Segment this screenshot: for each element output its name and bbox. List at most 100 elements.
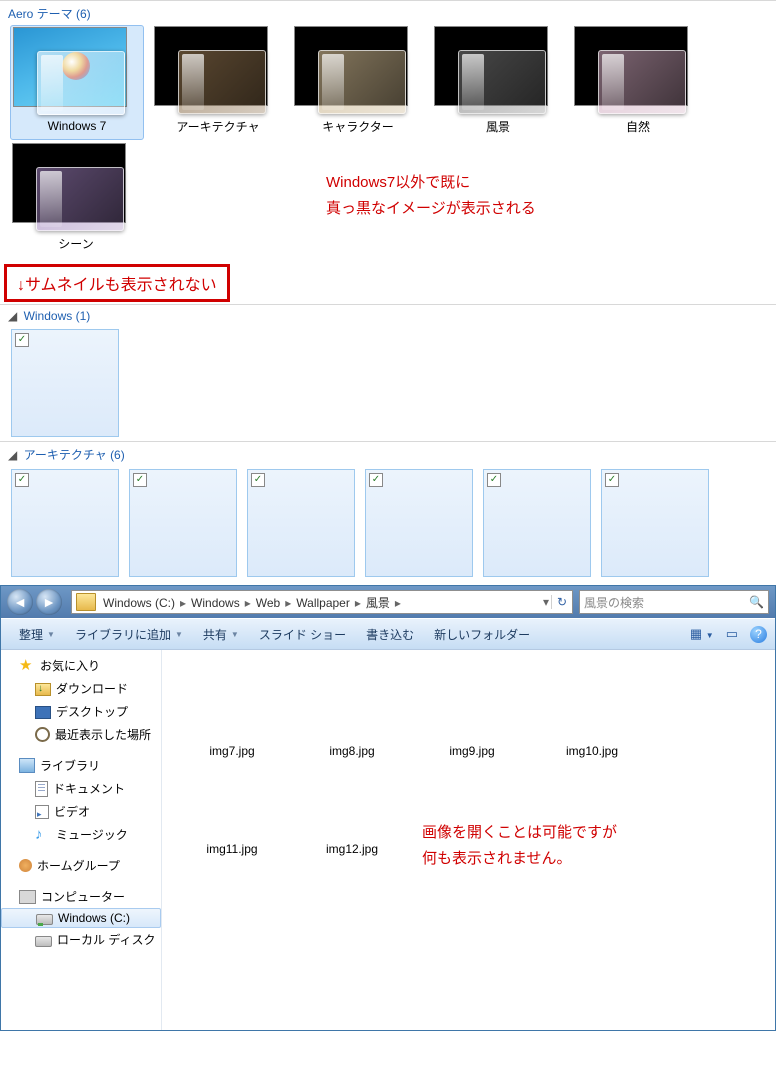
glass-preview [318, 50, 406, 114]
sidebar-item-ダウンロード[interactable]: ダウンロード [1, 677, 161, 700]
refresh-button[interactable]: ↻ [551, 595, 572, 609]
theme-label: キャラクター [293, 116, 423, 139]
homegroup-icon [19, 859, 32, 872]
doc-icon [35, 781, 48, 797]
bg-item[interactable]: ✓ [11, 329, 119, 437]
chevron-right-icon[interactable]: ▸ [178, 596, 188, 610]
mon-icon [35, 706, 51, 719]
slideshow-button[interactable]: スライド ショー [249, 626, 356, 643]
theme-label: アーキテクチャ [153, 116, 283, 139]
bg-item[interactable]: ✓ [11, 469, 119, 577]
theme-label: 自然 [573, 116, 703, 139]
sidebar-item-ミュージック[interactable]: ♪ミュージック [1, 823, 161, 846]
file-img9.jpg[interactable]: img9.jpg [416, 668, 528, 758]
bg-item[interactable]: ✓ [601, 469, 709, 577]
theme-シーン[interactable]: シーン [11, 143, 141, 256]
nav-forward-button[interactable]: ► [36, 589, 62, 615]
bg-item[interactable]: ✓ [247, 469, 355, 577]
theme-アーキテクチャ[interactable]: アーキテクチャ [153, 26, 283, 139]
theme-label: 風景 [433, 116, 563, 139]
explorer-window: ◄ ► Windows (C:)▸Windows▸Web▸Wallpaper▸風… [0, 585, 776, 1031]
sidebar-item-ドキュメント[interactable]: ドキュメント [1, 777, 161, 800]
chevron-right-icon[interactable]: ▸ [283, 596, 293, 610]
file-img12.jpg[interactable]: img12.jpg [296, 766, 408, 856]
checkbox[interactable]: ✓ [15, 473, 29, 487]
libraries[interactable]: ライブラリ [1, 754, 161, 777]
explorer-toolbar: 整理▼ ライブラリに追加▼ 共有▼ スライド ショー 書き込む 新しいフォルダー… [1, 618, 775, 650]
burn-button[interactable]: 書き込む [356, 626, 424, 643]
share-button[interactable]: 共有▼ [193, 626, 249, 643]
chevron-right-icon[interactable]: ▸ [243, 596, 253, 610]
preview-pane-button[interactable]: ▭ [720, 626, 744, 642]
drv-icon [35, 936, 52, 947]
mus-icon: ♪ [35, 827, 51, 843]
crumb-Windows (C:)[interactable]: Windows (C:) [100, 596, 178, 610]
crumb-Windows[interactable]: Windows [188, 596, 243, 610]
bg-group-header[interactable]: ◢ Windows (1) [0, 304, 776, 325]
crumb-Web[interactable]: Web [253, 596, 283, 610]
annotation-cannot-display: 画像を開くことは可能ですが何も表示されません。 [422, 820, 617, 871]
checkbox[interactable]: ✓ [605, 473, 619, 487]
hist-icon [35, 727, 50, 742]
sidebar-item-最近表示した場所[interactable]: 最近表示した場所 [1, 723, 161, 746]
sidebar-item-ローカル ディスク[interactable]: ローカル ディスク [1, 928, 161, 951]
vid-icon [35, 805, 49, 819]
theme-label: Windows 7 [12, 117, 142, 137]
checkbox[interactable]: ✓ [251, 473, 265, 487]
glass-preview [36, 167, 124, 231]
glass-preview [458, 50, 546, 114]
checkbox[interactable]: ✓ [133, 473, 147, 487]
aero-themes: Windows 7 アーキテクチャキャラクター風景自然シーン [0, 24, 776, 258]
glass-preview [178, 50, 266, 114]
theme-自然[interactable]: 自然 [573, 26, 703, 139]
drv-icon [36, 914, 53, 925]
search-input[interactable]: 風景の検索🔍 [579, 590, 769, 614]
theme-Windows 7[interactable]: Windows 7 [10, 25, 144, 140]
checkbox[interactable]: ✓ [487, 473, 501, 487]
organize-button[interactable]: 整理▼ [9, 626, 65, 643]
file-img7.jpg[interactable]: img7.jpg [176, 668, 288, 758]
computer[interactable]: コンピューター [1, 885, 161, 908]
crumb-Wallpaper[interactable]: Wallpaper [293, 596, 353, 610]
view-button[interactable]: ▦ ▼ [684, 626, 720, 642]
search-icon: 🔍 [749, 595, 764, 609]
bg-group-header[interactable]: ◢ アーキテクチャ (6) [0, 441, 776, 465]
bg-item[interactable]: ✓ [129, 469, 237, 577]
explorer-titlebar: ◄ ► Windows (C:)▸Windows▸Web▸Wallpaper▸風… [1, 586, 775, 618]
bg-item[interactable]: ✓ [483, 469, 591, 577]
checkbox[interactable]: ✓ [369, 473, 383, 487]
computer-icon [19, 890, 36, 904]
theme-風景[interactable]: 風景 [433, 26, 563, 139]
fold-icon [35, 683, 51, 696]
help-button[interactable]: ? [750, 626, 767, 643]
glass-preview [598, 50, 686, 114]
file-img11.jpg[interactable]: img11.jpg [176, 766, 288, 856]
annotation-black-images: Windows7以外で既に真っ黒なイメージが表示される [326, 170, 536, 221]
favorites-icon: ★ [19, 658, 35, 674]
libraries-icon [19, 758, 35, 773]
sidebar: ★お気に入りダウンロードデスクトップ最近表示した場所ライブラリドキュメントビデオ… [1, 650, 162, 1030]
address-dropdown-icon[interactable]: ▾ [541, 595, 551, 609]
file-img10.jpg[interactable]: img10.jpg [536, 668, 648, 758]
bg-item[interactable]: ✓ [365, 469, 473, 577]
nav-back-button[interactable]: ◄ [7, 589, 33, 615]
sidebar-item-Windows (C:)[interactable]: Windows (C:) [1, 908, 161, 928]
annotation-no-thumbnails: ↓サムネイルも表示されない [4, 264, 230, 302]
file-area: img7.jpgimg8.jpgimg9.jpgimg10.jpg img11.j… [162, 650, 775, 1030]
chevron-right-icon[interactable]: ▸ [393, 596, 403, 610]
sidebar-item-ビデオ[interactable]: ビデオ [1, 800, 161, 823]
checkbox[interactable]: ✓ [15, 333, 29, 347]
folder-icon [76, 593, 96, 611]
crumb-風景[interactable]: 風景 [363, 596, 393, 610]
theme-キャラクター[interactable]: キャラクター [293, 26, 423, 139]
chevron-right-icon[interactable]: ▸ [353, 596, 363, 610]
file-img8.jpg[interactable]: img8.jpg [296, 668, 408, 758]
new-folder-button[interactable]: 新しいフォルダー [424, 626, 540, 643]
add-to-library-button[interactable]: ライブラリに追加▼ [65, 626, 193, 643]
glass-preview [37, 51, 125, 115]
favorites[interactable]: ★お気に入り [1, 654, 161, 677]
sidebar-item-デスクトップ[interactable]: デスクトップ [1, 700, 161, 723]
homegroup[interactable]: ホームグループ [1, 854, 161, 877]
address-bar[interactable]: Windows (C:)▸Windows▸Web▸Wallpaper▸風景▸ ▾… [71, 590, 573, 614]
aero-section-header: Aero テーマ (6) [0, 0, 776, 24]
